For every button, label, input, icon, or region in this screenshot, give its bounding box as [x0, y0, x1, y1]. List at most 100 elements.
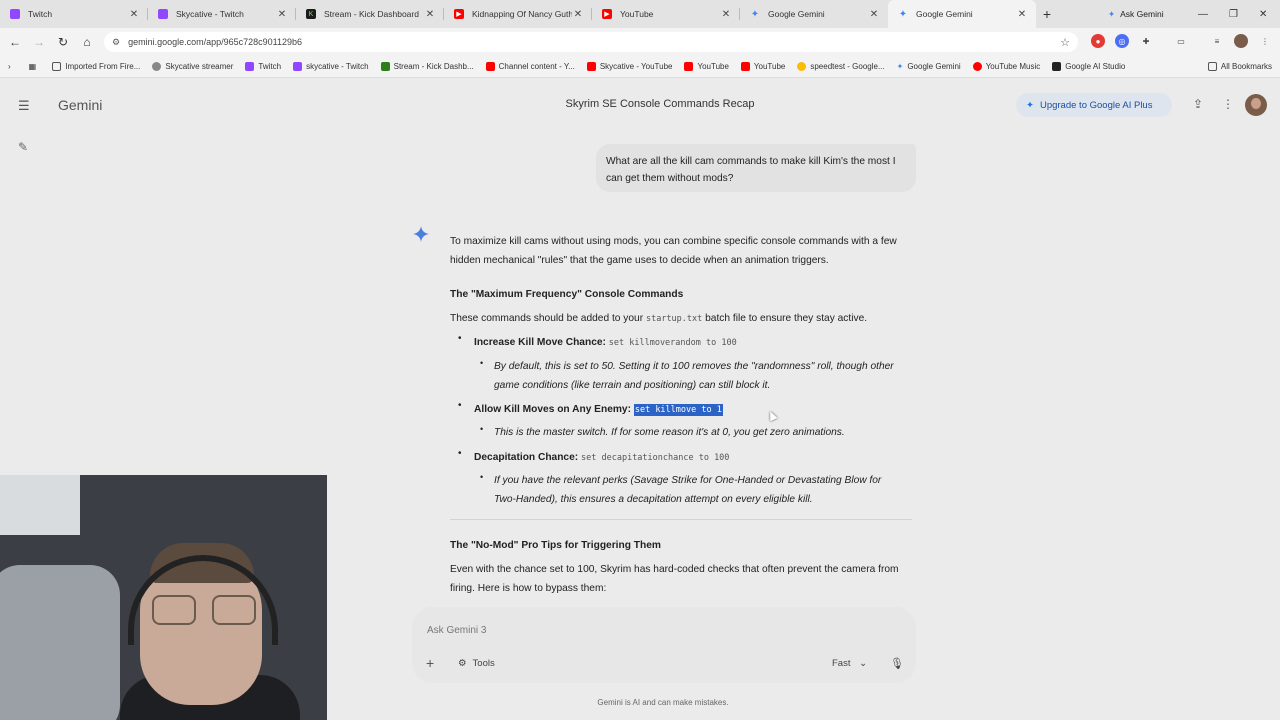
browser-tab[interactable]: ▶ Kidnapping Of Nancy Guthr ✕ — [444, 0, 592, 28]
list-item: Decapitation Chance: set decapitationcha… — [474, 452, 730, 463]
ai-studio-icon — [1052, 62, 1062, 71]
restore-button[interactable]: ❐ — [1229, 0, 1238, 28]
list-item: Allow Kill Moves on Any Enemy: set killm… — [474, 404, 723, 416]
close-icon[interactable]: ✕ — [424, 9, 436, 20]
lead-paragraph: These commands should be added to your s… — [450, 313, 868, 324]
bookmark-folder[interactable]: Imported From Fire... — [52, 62, 140, 71]
divider — [450, 519, 912, 520]
extension-icon[interactable]: ● — [1091, 34, 1105, 48]
home-button[interactable]: ⌂ — [75, 35, 99, 49]
bookmark-item[interactable]: Skycative streamer — [152, 62, 233, 71]
add-attachment-button[interactable]: + — [426, 655, 434, 671]
section-heading: The "No-Mod" Pro Tips for Triggering The… — [450, 540, 661, 551]
tools-button[interactable]: ⚙ Tools — [458, 658, 495, 669]
list-item: Increase Kill Move Chance: set killmover… — [474, 337, 737, 348]
bookmark-item[interactable]: speedtest - Google... — [797, 62, 885, 71]
side-panel-icon[interactable]: ▭ — [1174, 34, 1188, 48]
microphone-icon[interactable]: 🎙 — [890, 657, 904, 670]
new-chat-icon[interactable]: ✎ — [18, 140, 28, 154]
new-tab-button[interactable]: + — [1036, 6, 1058, 22]
bullet: • — [458, 333, 462, 344]
bookmark-more-icon[interactable]: › — [8, 62, 11, 71]
kick-icon: K — [306, 9, 316, 19]
close-icon[interactable]: ✕ — [572, 9, 584, 20]
extensions-puzzle-icon[interactable]: ✚ — [1139, 34, 1153, 48]
browser-tab-active[interactable]: ✦ Google Gemini ✕ — [888, 0, 1036, 28]
forward-button[interactable]: → — [27, 35, 51, 49]
tab-strip: Twitch ✕ Skycative - Twitch ✕ K Stream - Ki… — [0, 0, 1280, 28]
bookmark-item[interactable]: YouTube — [740, 62, 785, 71]
close-icon[interactable]: ✕ — [276, 9, 288, 20]
all-bookmarks-button[interactable]: All Bookmarks — [1207, 62, 1272, 71]
back-button[interactable]: ← — [3, 35, 27, 49]
user-message: What are all the kill cam commands to ma… — [596, 144, 916, 192]
intro-paragraph: To maximize kill cams without using mods… — [450, 236, 897, 266]
browser-tab[interactable]: ▶ YouTube ✕ — [592, 0, 740, 28]
bookmark-item[interactable]: ✦ Google Gemini — [897, 62, 961, 71]
close-window-button[interactable]: ✕ — [1259, 0, 1267, 28]
bullet: • — [458, 448, 462, 459]
bookmark-item[interactable]: Twitch — [245, 62, 281, 71]
menu-list-icon[interactable]: ≡ — [1210, 34, 1224, 48]
share-icon[interactable]: ⇪ — [1193, 97, 1203, 111]
bookmark-item[interactable]: Google AI Studio — [1052, 62, 1125, 71]
browser-tab[interactable]: Skycative - Twitch ✕ — [148, 0, 296, 28]
profile-avatar[interactable] — [1234, 34, 1248, 48]
url-text: gemini.google.com/app/965c728c901129b6 — [128, 37, 303, 47]
browser-tab[interactable]: K Stream - Kick Dashboard ✕ — [296, 0, 444, 28]
prompt-input[interactable]: Ask Gemini 3 — [427, 625, 486, 636]
gemini-sparkle-icon — [413, 226, 429, 242]
webcam-couch — [0, 565, 120, 720]
kick-icon — [380, 62, 390, 71]
lead-paragraph: Even with the chance set to 100, Skyrim … — [450, 564, 899, 594]
close-icon[interactable]: ✕ — [868, 9, 880, 20]
extension-icon[interactable]: ◎ — [1115, 34, 1129, 48]
youtube-icon — [740, 62, 750, 71]
google-icon — [797, 62, 807, 71]
bookmark-item[interactable]: skycative - Twitch — [293, 62, 369, 71]
bookmark-item[interactable]: YouTube Music — [972, 62, 1040, 71]
gemini-icon: ✦ — [896, 62, 904, 71]
twitch-icon — [245, 62, 255, 71]
inline-code-selected[interactable]: set killmove to 1 — [633, 404, 723, 416]
youtube-icon: ▶ — [454, 9, 464, 19]
bookmark-item[interactable]: Stream - Kick Dashb... — [380, 62, 474, 71]
inline-code: startup.txt — [645, 314, 703, 324]
browser-tab[interactable]: Twitch ✕ — [0, 0, 148, 28]
more-options-icon[interactable]: ⋮ — [1222, 97, 1234, 111]
apps-grid-icon[interactable]: ▦ — [29, 62, 37, 71]
glasses-icon — [152, 595, 262, 629]
browser-tab[interactable]: ✦ Google Gemini ✕ — [740, 0, 888, 28]
webcam-background-window — [0, 475, 80, 535]
ask-gemini-button[interactable]: ✦ Ask Gemini — [1108, 0, 1164, 28]
mode-selector[interactable]: Fast ⌄ — [832, 658, 867, 669]
avatar[interactable] — [1245, 94, 1267, 116]
close-icon[interactable]: ✕ — [128, 9, 140, 20]
prompt-input-box[interactable]: Ask Gemini 3 + ⚙ Tools Fast ⌄ 🎙 — [412, 607, 916, 683]
twitch-icon — [10, 9, 20, 19]
sub-bullet: • — [480, 358, 484, 368]
sub-bullet: • — [480, 472, 484, 482]
youtube-music-icon — [972, 62, 982, 71]
gemini-icon: ✦ — [898, 8, 908, 20]
youtube-icon — [586, 62, 596, 71]
bookmark-star-icon[interactable]: ☆ — [1060, 36, 1070, 49]
minimize-button[interactable]: — — [1198, 0, 1208, 28]
youtube-icon: ▶ — [602, 9, 612, 19]
reload-button[interactable]: ↻ — [51, 35, 75, 49]
twitch-icon — [158, 9, 168, 19]
bookmark-item[interactable]: Channel content - Y... — [485, 62, 575, 71]
list-item-detail: If you have the relevant perks (Savage S… — [494, 475, 882, 505]
close-icon[interactable]: ✕ — [1016, 9, 1028, 20]
site-info-icon[interactable]: ⚙ — [112, 37, 120, 48]
address-bar[interactable]: ⚙ gemini.google.com/app/965c728c901129b6… — [104, 32, 1078, 52]
bookmark-item[interactable]: YouTube — [684, 62, 729, 71]
upgrade-button[interactable]: ✦ Upgrade to Google AI Plus — [1016, 93, 1172, 117]
sparkle-icon: ✦ — [1026, 99, 1034, 111]
bookmark-item[interactable]: Skycative - YouTube — [586, 62, 672, 71]
close-icon[interactable]: ✕ — [720, 9, 732, 20]
list-item-detail: By default, this is set to 50. Setting i… — [494, 361, 894, 391]
more-vert-icon[interactable]: ⋮ — [1258, 34, 1272, 48]
section-heading: The "Maximum Frequency" Console Commands — [450, 289, 684, 300]
youtube-icon — [485, 62, 495, 71]
